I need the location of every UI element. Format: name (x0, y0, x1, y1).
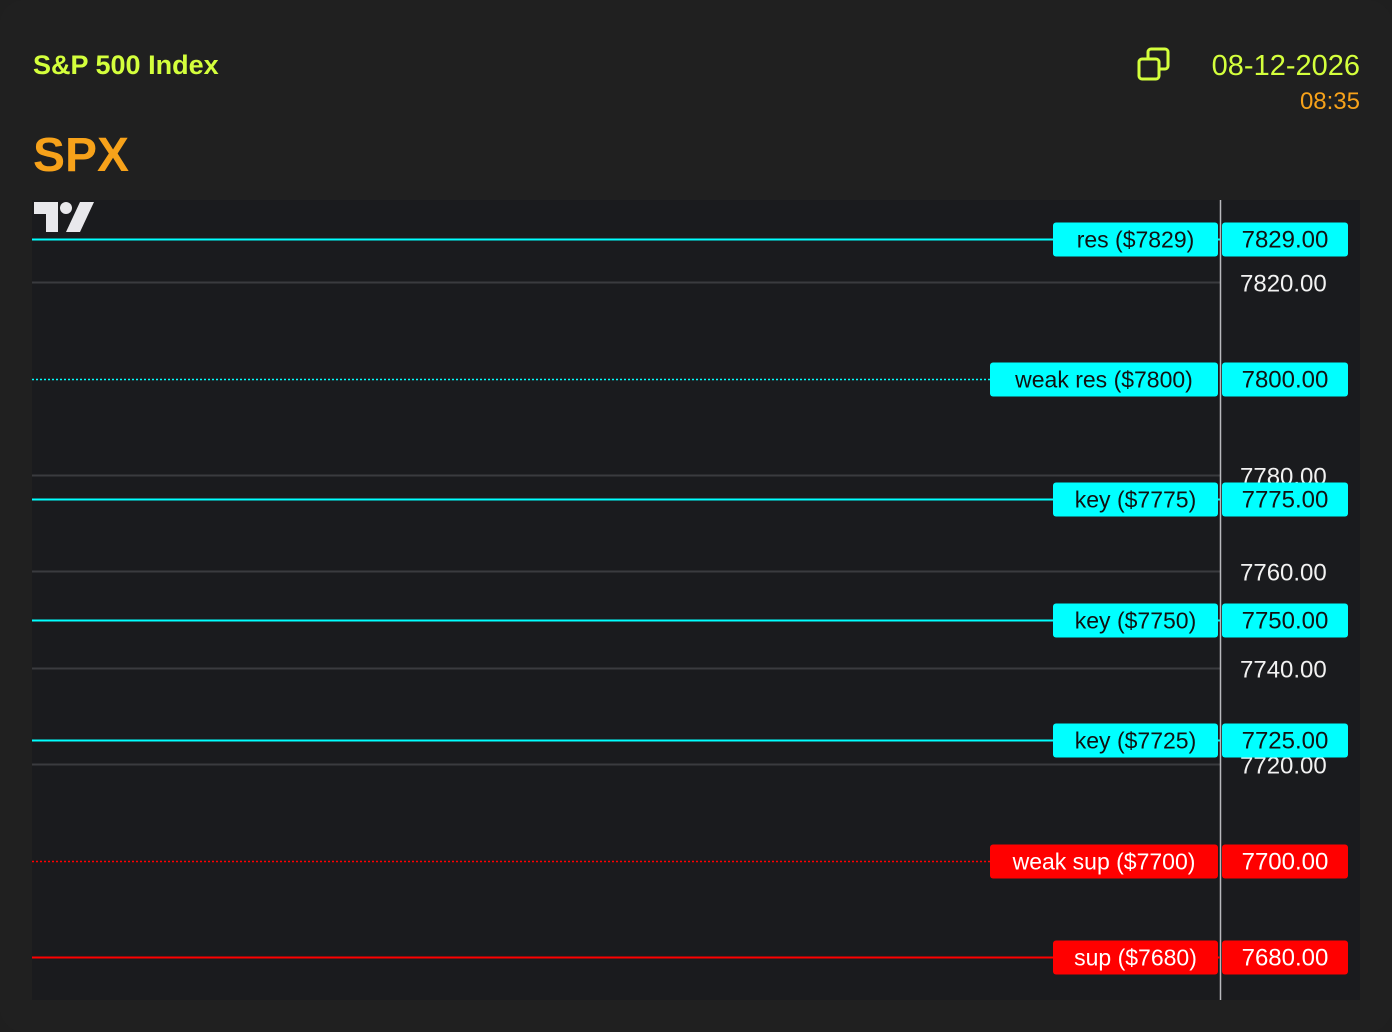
index-name: S&P 500 Index (33, 50, 219, 80)
price-levels-chart[interactable]: 7820.00 7780.00 7760.00 7740.00 7720.00 res (… (32, 200, 1360, 1000)
y-tick-label: 7820.00 (1240, 271, 1327, 298)
level-label: sup ($7680) (1074, 945, 1197, 971)
level-label: key ($7775) (1075, 487, 1196, 513)
price-tag-label: 7775.00 (1242, 487, 1329, 514)
price-tag-label: 7700.00 (1242, 849, 1329, 876)
level-label: weak sup ($7700) (1012, 849, 1196, 875)
price-tag-label: 7725.00 (1242, 728, 1329, 755)
level-label: weak res ($7800) (1014, 367, 1193, 393)
price-tag-label: 7750.00 (1242, 608, 1329, 635)
widget-card: S&P 500 Index 08-12-2026 08:35 SPX 7820.… (0, 0, 1392, 1032)
ticker-symbol: SPX (33, 129, 130, 182)
y-tick-label: 7760.00 (1240, 560, 1327, 587)
chart-canvas: 7820.007780.007760.007740.007720.00res (… (32, 200, 1348, 1000)
date-label: 08-12-2026 (1211, 50, 1360, 82)
copy-icon[interactable] (1137, 47, 1171, 81)
price-tag-label: 7800.00 (1242, 367, 1329, 394)
tradingview-logo-icon[interactable] (32, 200, 96, 234)
y-tick-label: 7740.00 (1240, 657, 1327, 684)
price-tag-label: 7829.00 (1242, 227, 1329, 254)
level-label: key ($7725) (1075, 728, 1196, 754)
time-label: 08:35 (1299, 88, 1360, 115)
level-label: key ($7750) (1075, 608, 1196, 634)
level-label: res ($7829) (1077, 227, 1195, 253)
price-tag-label: 7680.00 (1242, 945, 1329, 972)
